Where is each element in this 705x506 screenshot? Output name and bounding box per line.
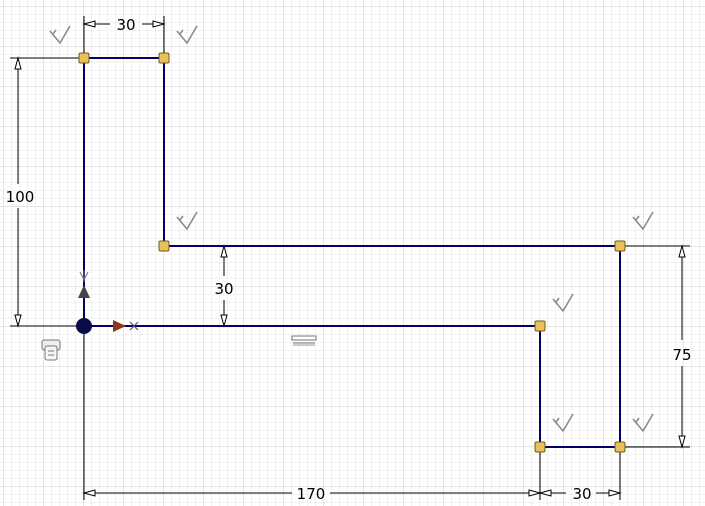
dimension-top-width[interactable]: 30 [116, 16, 135, 34]
endpoint[interactable] [614, 240, 626, 252]
endpoint[interactable] [78, 52, 90, 64]
endpoint[interactable] [614, 441, 626, 453]
dimension-bottom-length[interactable]: 170 [297, 485, 326, 503]
endpoint[interactable] [158, 240, 170, 252]
sketch-origin-icon[interactable] [76, 318, 92, 334]
endpoint[interactable] [534, 320, 546, 332]
endpoint[interactable] [534, 441, 546, 453]
dimension-bottom-width[interactable]: 30 [572, 485, 591, 503]
dimension-left-height[interactable]: 100 [6, 188, 35, 206]
coincident-constraint-icon[interactable] [41, 339, 61, 361]
dimension-inner-gap[interactable]: 30 [214, 280, 233, 298]
endpoint[interactable] [158, 52, 170, 64]
dimension-right-height[interactable]: 75 [672, 346, 691, 364]
sketch-grid [0, 0, 705, 506]
sketch-canvas[interactable]: 30 100 30 75 170 30 [0, 0, 705, 506]
